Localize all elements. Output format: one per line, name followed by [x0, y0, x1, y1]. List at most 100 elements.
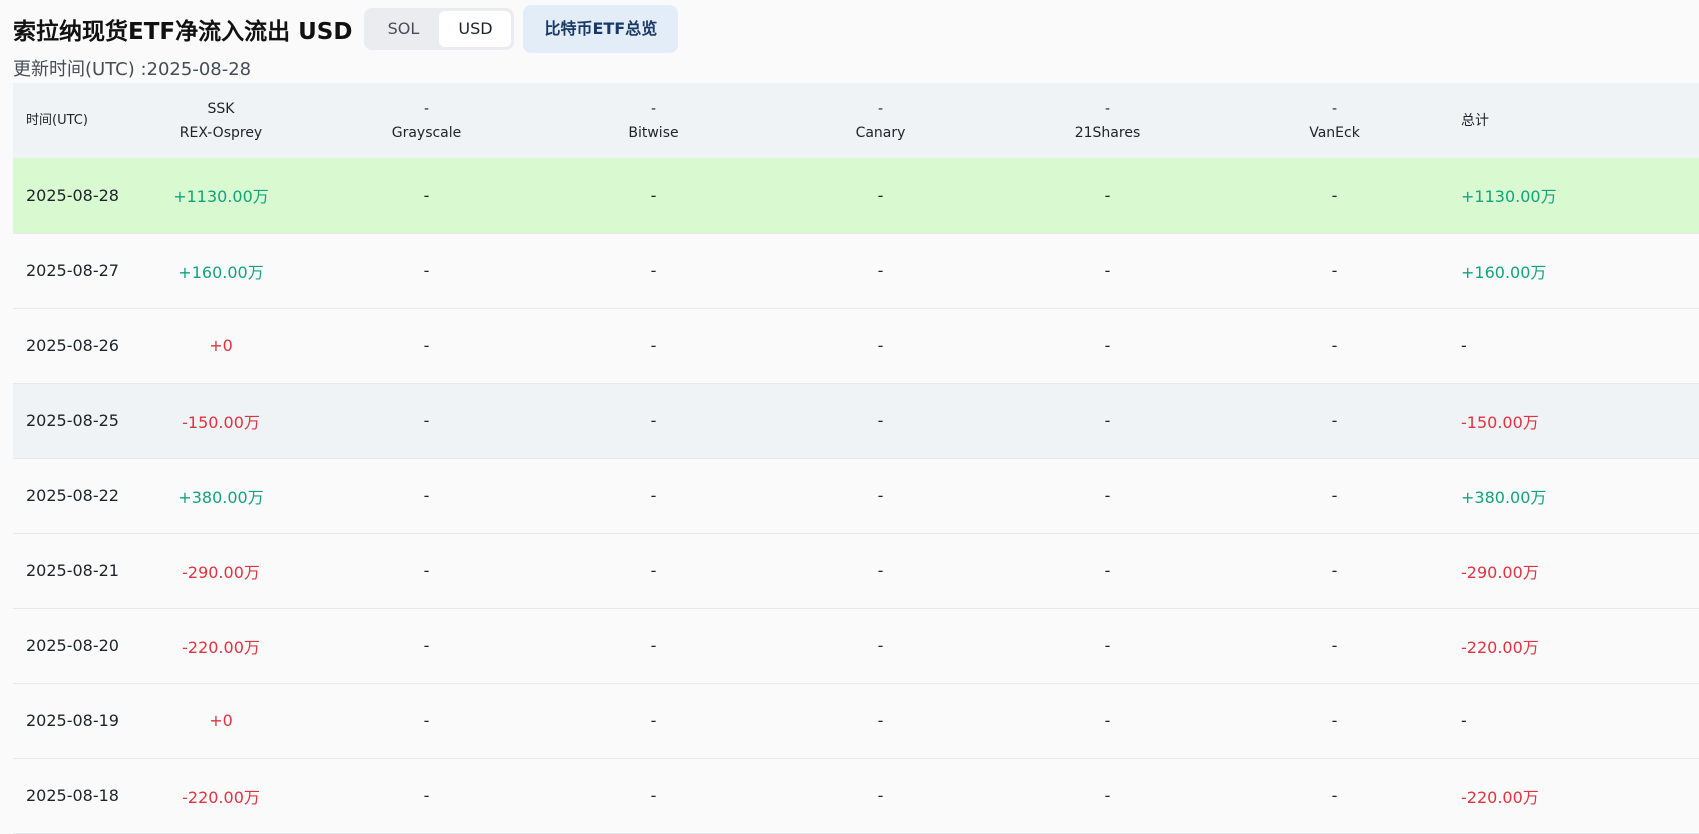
column-header-issuer: Grayscale [391, 124, 462, 141]
total-cell: +1130.00万 [1461, 187, 1557, 207]
empty-value-cell: - [1331, 261, 1338, 280]
unit-toggle: SOL USD [364, 8, 515, 50]
empty-value-cell: - [1331, 786, 1338, 805]
table-row[interactable]: 2025-08-19 +0 - - - - - - [13, 683, 1699, 758]
date-cell: 2025-08-25 [26, 411, 119, 430]
empty-value-cell: - [1331, 336, 1338, 355]
empty-value-cell: - [423, 336, 430, 355]
empty-value-cell: - [423, 561, 430, 580]
empty-value-cell: - [423, 786, 430, 805]
column-header-time[interactable]: 时间(UTC) [13, 83, 129, 158]
flow-value-cell: +380.00万 [178, 487, 264, 507]
table-row[interactable]: 2025-08-18 -220.00万 - - - - - -220.00万 [13, 758, 1699, 833]
empty-value-cell: - [1331, 561, 1338, 580]
date-cell: 2025-08-22 [26, 486, 119, 505]
empty-value-cell: - [877, 411, 884, 430]
page-header: 索拉纳现货ETF净流入流出 USD SOL USD 比特币ETF总览 [13, 5, 679, 53]
empty-value-cell: - [1331, 411, 1338, 430]
column-header-bitwise[interactable]: - Bitwise [540, 83, 767, 158]
empty-value-cell: - [877, 561, 884, 580]
flow-value-cell: +0 [209, 336, 233, 355]
column-header-ticker: - [650, 100, 657, 117]
empty-value-cell: - [877, 711, 884, 730]
total-cell: -290.00万 [1461, 562, 1539, 582]
empty-value-cell: - [1104, 711, 1111, 730]
empty-value-cell: - [1104, 336, 1111, 355]
empty-value-cell: - [650, 185, 657, 205]
empty-value-cell: - [423, 185, 430, 205]
table-row[interactable]: 2025-08-27 +160.00万 - - - - - +160.00万 [13, 233, 1699, 308]
empty-value-cell: - [423, 711, 430, 730]
flow-value-cell: +0 [209, 711, 233, 730]
date-cell: 2025-08-20 [26, 636, 119, 655]
total-cell: +160.00万 [1461, 262, 1547, 282]
flow-value-cell: -220.00万 [182, 637, 260, 657]
total-cell: - [1461, 711, 1467, 730]
empty-value-cell: - [1104, 185, 1111, 205]
empty-value-cell: - [877, 336, 884, 355]
date-cell: 2025-08-27 [26, 261, 119, 280]
empty-value-cell: - [1331, 636, 1338, 655]
table-row[interactable]: 2025-08-26 +0 - - - - - - [13, 308, 1699, 383]
column-header-ticker: - [877, 100, 884, 117]
date-cell: 2025-08-19 [26, 711, 119, 730]
empty-value-cell: - [423, 636, 430, 655]
column-header-canary[interactable]: - Canary [767, 83, 994, 158]
toggle-usd-button[interactable]: USD [439, 11, 512, 47]
column-header-rex-osprey[interactable]: SSK REX-Osprey [129, 83, 313, 158]
empty-value-cell: - [1104, 786, 1111, 805]
empty-value-cell: - [1104, 411, 1111, 430]
column-header-issuer: 21Shares [1074, 124, 1141, 141]
page-title: 索拉纳现货ETF净流入流出 USD [13, 19, 353, 45]
column-header-ticker: - [1331, 100, 1338, 117]
empty-value-cell: - [877, 786, 884, 805]
column-header-grayscale[interactable]: - Grayscale [313, 83, 540, 158]
empty-value-cell: - [877, 261, 884, 280]
table-row[interactable]: 2025-08-22 +380.00万 - - - - - +380.00万 [13, 458, 1699, 533]
flow-value-cell: +1130.00万 [173, 187, 269, 207]
empty-value-cell: - [1104, 261, 1111, 280]
column-header-total[interactable]: 总计 [1448, 83, 1699, 158]
total-cell: -150.00万 [1461, 412, 1539, 432]
total-cell: - [1461, 336, 1467, 355]
table-body: 2025-08-28 +1130.00万 - - - - - +1130.00万 2025-08… [13, 158, 1699, 833]
table-row[interactable]: 2025-08-25 -150.00万 - - - - - -150.00万 [13, 383, 1699, 458]
table-row[interactable]: 2025-08-28 +1130.00万 - - - - - +1130.00万 [13, 158, 1699, 233]
date-cell: 2025-08-28 [26, 185, 119, 205]
empty-value-cell: - [650, 411, 657, 430]
empty-value-cell: - [650, 486, 657, 505]
column-header-ticker: - [1104, 100, 1111, 117]
empty-value-cell: - [650, 786, 657, 805]
flow-value-cell: -150.00万 [182, 412, 260, 432]
empty-value-cell: - [650, 261, 657, 280]
empty-value-cell: - [650, 561, 657, 580]
column-header-ticker: SSK [207, 100, 235, 117]
empty-value-cell: - [877, 486, 884, 505]
table-header-row: 时间(UTC) SSK REX-Osprey - Grayscale - Bit… [13, 83, 1699, 158]
empty-value-cell: - [423, 261, 430, 280]
etf-flow-table: 时间(UTC) SSK REX-Osprey - Grayscale - Bit… [13, 83, 1699, 834]
table-row[interactable]: 2025-08-20 -220.00万 - - - - - -220.00万 [13, 608, 1699, 683]
column-header-issuer: Bitwise [628, 124, 679, 141]
empty-value-cell: - [877, 185, 884, 205]
update-time: 更新时间(UTC) :2025-08-28 [13, 59, 252, 80]
column-header-label: 时间(UTC) [26, 112, 88, 128]
toggle-sol-button[interactable]: SOL [367, 11, 439, 47]
total-cell: -220.00万 [1461, 787, 1539, 807]
empty-value-cell: - [650, 711, 657, 730]
empty-value-cell: - [423, 411, 430, 430]
table-row[interactable]: 2025-08-21 -290.00万 - - - - - -290.00万 [13, 533, 1699, 608]
column-header-21shares[interactable]: - 21Shares [994, 83, 1221, 158]
empty-value-cell: - [650, 336, 657, 355]
empty-value-cell: - [1331, 486, 1338, 505]
date-cell: 2025-08-26 [26, 336, 119, 355]
empty-value-cell: - [1104, 636, 1111, 655]
flow-value-cell: -290.00万 [182, 562, 260, 582]
empty-value-cell: - [650, 636, 657, 655]
bitcoin-etf-overview-button[interactable]: 比特币ETF总览 [523, 5, 679, 53]
empty-value-cell: - [1331, 711, 1338, 730]
flow-value-cell: -220.00万 [182, 787, 260, 807]
empty-value-cell: - [1104, 486, 1111, 505]
date-cell: 2025-08-21 [26, 561, 119, 580]
column-header-vaneck[interactable]: - VanEck [1221, 83, 1448, 158]
